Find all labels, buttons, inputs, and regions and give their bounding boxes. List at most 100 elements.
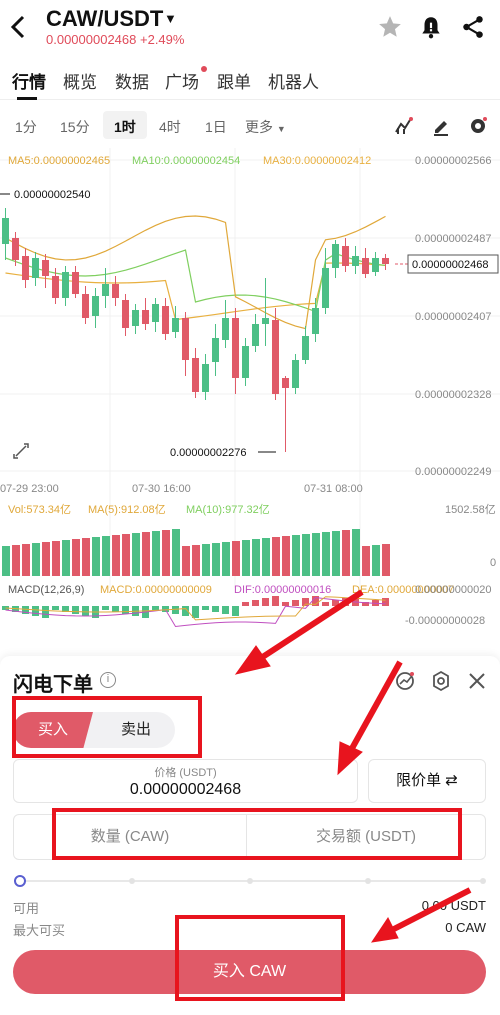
tab-bots[interactable]: 机器人	[268, 68, 319, 93]
amount-inputs: 数量 (CAW) 交易额 (USDT)	[13, 814, 486, 860]
candle-body	[382, 258, 389, 264]
macd-bar	[112, 606, 119, 612]
volume-bar	[262, 538, 270, 576]
pair-price-line: 0.00000002468 +2.49%	[46, 32, 184, 47]
slider-tick-100[interactable]	[480, 878, 486, 884]
bell-icon[interactable]	[418, 14, 444, 40]
tab-overview[interactable]: 概览	[63, 68, 97, 93]
macd-bar	[332, 600, 339, 606]
candle-body	[52, 276, 59, 298]
interval-1d[interactable]: 1日	[205, 117, 227, 137]
volume-bar	[52, 541, 60, 576]
volume-bar	[302, 534, 310, 576]
interval-15m[interactable]: 15分	[60, 117, 90, 137]
ma5-legend: MA5:0.00000002465	[8, 155, 110, 167]
tab-square[interactable]: 广场	[165, 68, 199, 93]
back-button[interactable]	[8, 12, 34, 46]
interval-more[interactable]: 更多 ▼	[245, 117, 286, 137]
volume-bar	[242, 540, 250, 576]
y-tick-3: 0.00000002407	[415, 311, 491, 323]
side-toggle: 买入 卖出	[13, 712, 175, 748]
vol-max-label: 1502.58亿	[445, 503, 496, 516]
max-buy-label: 最大可买	[13, 923, 66, 938]
order-type-button[interactable]: 限价单 ⇄	[368, 759, 486, 803]
pair-dropdown-icon[interactable]: ▼	[164, 11, 177, 26]
interval-4h[interactable]: 4时	[159, 117, 181, 137]
candle-body	[232, 318, 239, 378]
candle-body	[242, 346, 249, 378]
info-icon[interactable]: i	[100, 672, 116, 688]
pnl-chart-icon[interactable]	[394, 670, 416, 692]
star-icon[interactable]	[377, 14, 403, 40]
amount-slider[interactable]	[14, 875, 486, 887]
y-tick-4: 0.00000002328	[415, 389, 491, 401]
volume-bar	[332, 531, 340, 576]
quantity-input[interactable]: 数量 (CAW)	[14, 815, 246, 859]
volume-bar	[232, 541, 240, 576]
share-icon[interactable]	[460, 14, 486, 40]
main-tabs: 行情 概览 数据 广场 跟单 机器人	[0, 60, 500, 100]
volume-bar	[102, 536, 110, 576]
macd-bar	[72, 606, 79, 614]
draw-pen-icon[interactable]	[431, 116, 451, 136]
tab-market[interactable]: 行情	[12, 68, 46, 93]
macd-bar	[272, 596, 279, 606]
current-price-tag: 0.00000002468	[412, 259, 488, 271]
panel-title: 闪电下单	[13, 674, 93, 696]
candle-body	[32, 258, 39, 278]
interval-more-label: 更多	[245, 119, 273, 135]
chevron-left-icon	[10, 15, 25, 39]
indicator-icon[interactable]	[394, 116, 414, 136]
interval-1h[interactable]: 1时	[114, 117, 136, 137]
gear-icon[interactable]	[430, 670, 452, 692]
kline-chart-svg: MA5:0.00000002465 MA10:0.00000002454 MA3…	[0, 148, 500, 627]
candle-body	[302, 336, 309, 360]
vol-legend: Vol:573.34亿	[8, 503, 71, 516]
submit-buy-button[interactable]: 买入 CAW	[13, 950, 486, 994]
candle-body	[2, 218, 9, 244]
slider-tick-50[interactable]	[247, 878, 253, 884]
macd-bar	[122, 606, 129, 614]
volume-bar	[272, 537, 280, 576]
candle-body	[42, 260, 49, 276]
y-tick-1: 0.00000002566	[415, 155, 491, 167]
price-input[interactable]: 价格 (USDT) 0.00000002468	[13, 759, 358, 803]
macd-bar	[342, 598, 349, 606]
macd-bar	[212, 606, 219, 612]
candle-body	[112, 284, 119, 298]
settings-icon[interactable]	[468, 116, 488, 136]
candle-body	[222, 318, 229, 340]
volume-bar	[92, 537, 100, 576]
sell-side-button[interactable]: 卖出	[97, 712, 175, 748]
x-tick-2: 07-30 16:00	[132, 483, 191, 495]
candle-body	[212, 338, 219, 362]
slider-tick-75[interactable]	[365, 878, 371, 884]
buy-side-button[interactable]: 买入	[13, 712, 93, 748]
volume-bar	[202, 544, 210, 576]
price-change: +2.49%	[140, 32, 185, 47]
candle-body	[102, 284, 109, 296]
tab-copy-trading[interactable]: 跟单	[217, 68, 251, 93]
available-value: 0.00 USDT	[421, 898, 486, 913]
max-buy-value: 0 CAW	[445, 920, 486, 935]
candle-body	[342, 246, 349, 266]
turnover-input[interactable]: 交易额 (USDT)	[247, 815, 485, 859]
volume-bar	[122, 534, 130, 576]
slider-knob[interactable]	[14, 875, 26, 887]
y-tick-2: 0.00000002487	[415, 233, 491, 245]
candle-body	[192, 358, 199, 392]
volume-bar	[112, 535, 120, 576]
slider-tick-25[interactable]	[129, 878, 135, 884]
tab-data[interactable]: 数据	[115, 68, 149, 93]
close-icon[interactable]	[466, 670, 488, 692]
volume-bar	[312, 533, 320, 576]
interval-1m[interactable]: 1分	[15, 117, 37, 137]
y-tick-5: 0.00000002249	[415, 466, 491, 478]
macd-bar	[152, 606, 159, 610]
ma30-legend: MA30:0.00000002412	[263, 155, 371, 167]
pair-title[interactable]: CAW/USDT	[46, 6, 163, 32]
volume-bar	[372, 545, 380, 576]
candle-body	[72, 272, 79, 294]
kline-chart[interactable]: MA5:0.00000002465 MA10:0.00000002454 MA3…	[0, 148, 500, 638]
interval-bar: 1分 15分 1时 4时 1日 更多 ▼	[0, 108, 500, 142]
